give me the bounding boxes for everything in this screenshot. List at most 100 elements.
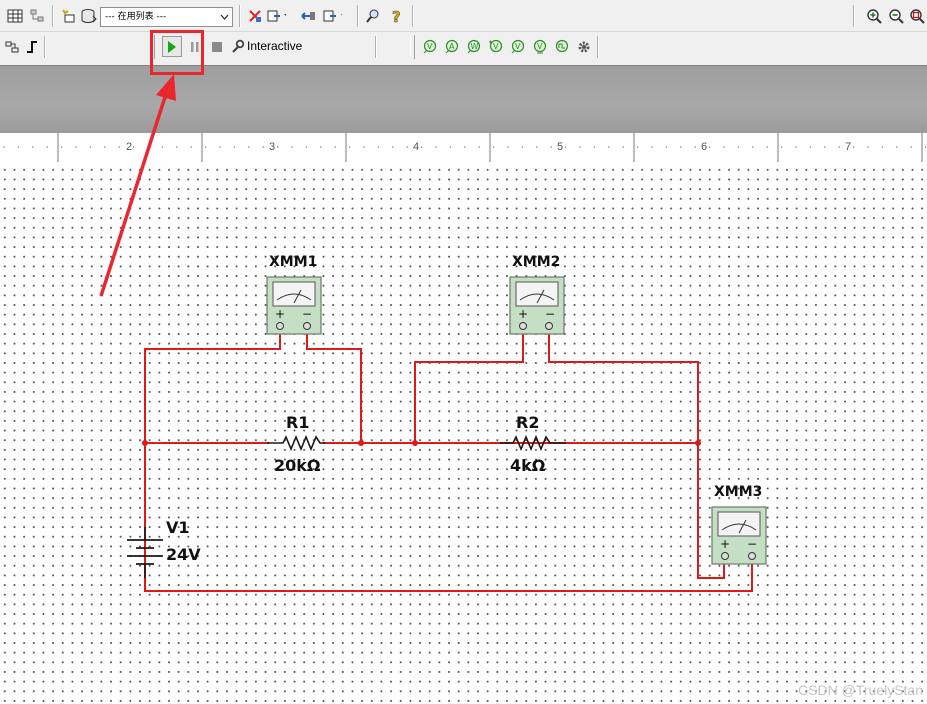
step-signal-icon[interactable] bbox=[22, 37, 42, 57]
stop-simulation-button[interactable] bbox=[207, 37, 227, 57]
wire[interactable] bbox=[548, 334, 725, 579]
resistor-r1[interactable]: R1 20kΩ bbox=[267, 413, 325, 475]
ruler-dot bbox=[651, 146, 653, 148]
ruler-label: 2 bbox=[126, 141, 133, 153]
ruler-dot bbox=[435, 146, 437, 148]
r2-ref-label: R2 bbox=[516, 413, 539, 432]
minus-terminal[interactable] bbox=[748, 552, 756, 560]
ruler-dot bbox=[809, 146, 812, 148]
ruler-dot bbox=[291, 146, 293, 148]
wire[interactable] bbox=[306, 334, 362, 443]
multimeter-xmm1[interactable]: XMM1 + − bbox=[266, 254, 322, 335]
wire[interactable] bbox=[144, 442, 269, 592]
ruler-dot bbox=[708, 146, 711, 148]
component-view-icon[interactable] bbox=[2, 37, 22, 57]
ruler-dot bbox=[752, 146, 754, 148]
chevron-down-icon[interactable] bbox=[217, 8, 232, 26]
schematic-canvas[interactable]: R1 20kΩ R2 4kΩ V1 24V XMM1 + − XMM2 + − … bbox=[0, 162, 927, 704]
ruler-dot bbox=[60, 146, 63, 148]
ruler-dot bbox=[46, 146, 48, 148]
ruler-dot bbox=[276, 146, 279, 148]
ruler-dot bbox=[219, 146, 221, 148]
toolbar-separator bbox=[357, 5, 359, 27]
junction-dot bbox=[412, 440, 418, 446]
junction-dot bbox=[695, 440, 701, 446]
in-use-list-dropdown[interactable]: --- 在用列表 --- bbox=[100, 7, 233, 27]
wire[interactable] bbox=[414, 334, 524, 443]
multimeter-xmm3[interactable]: XMM3 + − bbox=[711, 484, 767, 565]
svg-text:V: V bbox=[427, 42, 433, 51]
multimeter-xmm2[interactable]: XMM2 + − bbox=[509, 254, 565, 335]
ruler-label: 7 bbox=[845, 141, 852, 153]
ruler-dot bbox=[233, 146, 236, 148]
wrench-icon[interactable] bbox=[227, 37, 247, 57]
plus-terminal[interactable] bbox=[721, 552, 729, 560]
zoom-out-icon[interactable] bbox=[886, 6, 906, 26]
svg-text:V: V bbox=[493, 42, 499, 51]
zoom-in-icon[interactable] bbox=[864, 6, 884, 26]
toolbar-separator bbox=[239, 5, 241, 27]
ruler-dot bbox=[636, 146, 639, 148]
ruler-dot bbox=[32, 146, 34, 148]
toolbar-separator bbox=[412, 5, 414, 27]
ruler-dot bbox=[521, 146, 524, 148]
ruler-dot bbox=[176, 146, 178, 148]
ruler-dot bbox=[104, 146, 106, 148]
svg-text:W: W bbox=[471, 42, 479, 51]
r2-value-label: 4kΩ bbox=[510, 456, 546, 475]
find-examples-icon[interactable] bbox=[363, 6, 383, 26]
watermark: CSDN @TruelyStan bbox=[798, 682, 923, 698]
plus-terminal[interactable] bbox=[276, 322, 284, 330]
xmm1-ref-label: XMM1 bbox=[269, 254, 317, 270]
wire[interactable] bbox=[145, 564, 753, 592]
probe-settings-gear-icon[interactable] bbox=[574, 37, 594, 57]
probe-reference-ground-icon[interactable]: V bbox=[530, 37, 550, 57]
toolbar-grip bbox=[150, 35, 155, 59]
ruler-dot bbox=[564, 146, 567, 148]
junction-dot bbox=[358, 440, 364, 446]
plus-terminal-label: + bbox=[275, 307, 285, 321]
plus-terminal[interactable] bbox=[519, 322, 527, 330]
help-icon[interactable]: ? bbox=[387, 6, 407, 26]
probe-differential-icon[interactable]: V bbox=[486, 37, 506, 57]
minus-terminal[interactable] bbox=[303, 322, 311, 330]
svg-text:?: ? bbox=[392, 8, 401, 24]
erc-check-icon[interactable] bbox=[245, 6, 265, 26]
ruler-label: 3 bbox=[269, 141, 276, 153]
circuit-wires bbox=[144, 334, 753, 592]
ruler-label: 6 bbox=[701, 141, 708, 153]
new-component-icon[interactable] bbox=[58, 6, 78, 26]
ruler-dot bbox=[694, 146, 696, 148]
ruler-dot bbox=[680, 146, 682, 148]
probe-power-icon[interactable]: W bbox=[464, 37, 484, 57]
probe-digital-icon[interactable] bbox=[552, 37, 572, 57]
minus-terminal[interactable] bbox=[545, 322, 553, 330]
ruler-dot bbox=[348, 146, 351, 148]
ruler-dot bbox=[593, 146, 596, 148]
circuit-schematic: R1 20kΩ R2 4kΩ V1 24V XMM1 + − XMM2 + − … bbox=[127, 254, 767, 592]
svg-text:A: A bbox=[449, 42, 455, 51]
database-icon[interactable] bbox=[79, 6, 99, 26]
v1-ref-label: V1 bbox=[166, 518, 190, 537]
ruler-dot bbox=[17, 146, 20, 148]
run-simulation-button[interactable] bbox=[162, 36, 182, 57]
backannotate-icon[interactable] bbox=[298, 6, 318, 26]
zoom-area-icon[interactable] bbox=[907, 6, 927, 26]
spreadsheet-view-icon[interactable] bbox=[5, 6, 25, 26]
probe-voltage-reference-icon[interactable]: V bbox=[508, 37, 528, 57]
probe-current-icon[interactable]: A bbox=[442, 37, 462, 57]
battery-v1[interactable]: V1 24V bbox=[127, 518, 201, 578]
wire[interactable] bbox=[144, 334, 281, 443]
interactive-mode-label[interactable]: Interactive bbox=[247, 37, 302, 55]
forward-annotate-icon[interactable] bbox=[322, 6, 342, 26]
ruler-dot bbox=[622, 146, 624, 148]
ruler-dot bbox=[507, 146, 509, 148]
ruler-dot bbox=[320, 146, 322, 148]
ruler-label: 5 bbox=[557, 141, 564, 153]
probe-voltage-icon[interactable]: V bbox=[420, 37, 440, 57]
minus-terminal-label: − bbox=[747, 537, 757, 551]
toolbar-grip bbox=[410, 35, 415, 59]
pause-simulation-button[interactable] bbox=[185, 37, 205, 57]
transfer-to-ultiboard-icon[interactable] bbox=[266, 6, 286, 26]
hierarchy-icon[interactable] bbox=[27, 6, 47, 26]
